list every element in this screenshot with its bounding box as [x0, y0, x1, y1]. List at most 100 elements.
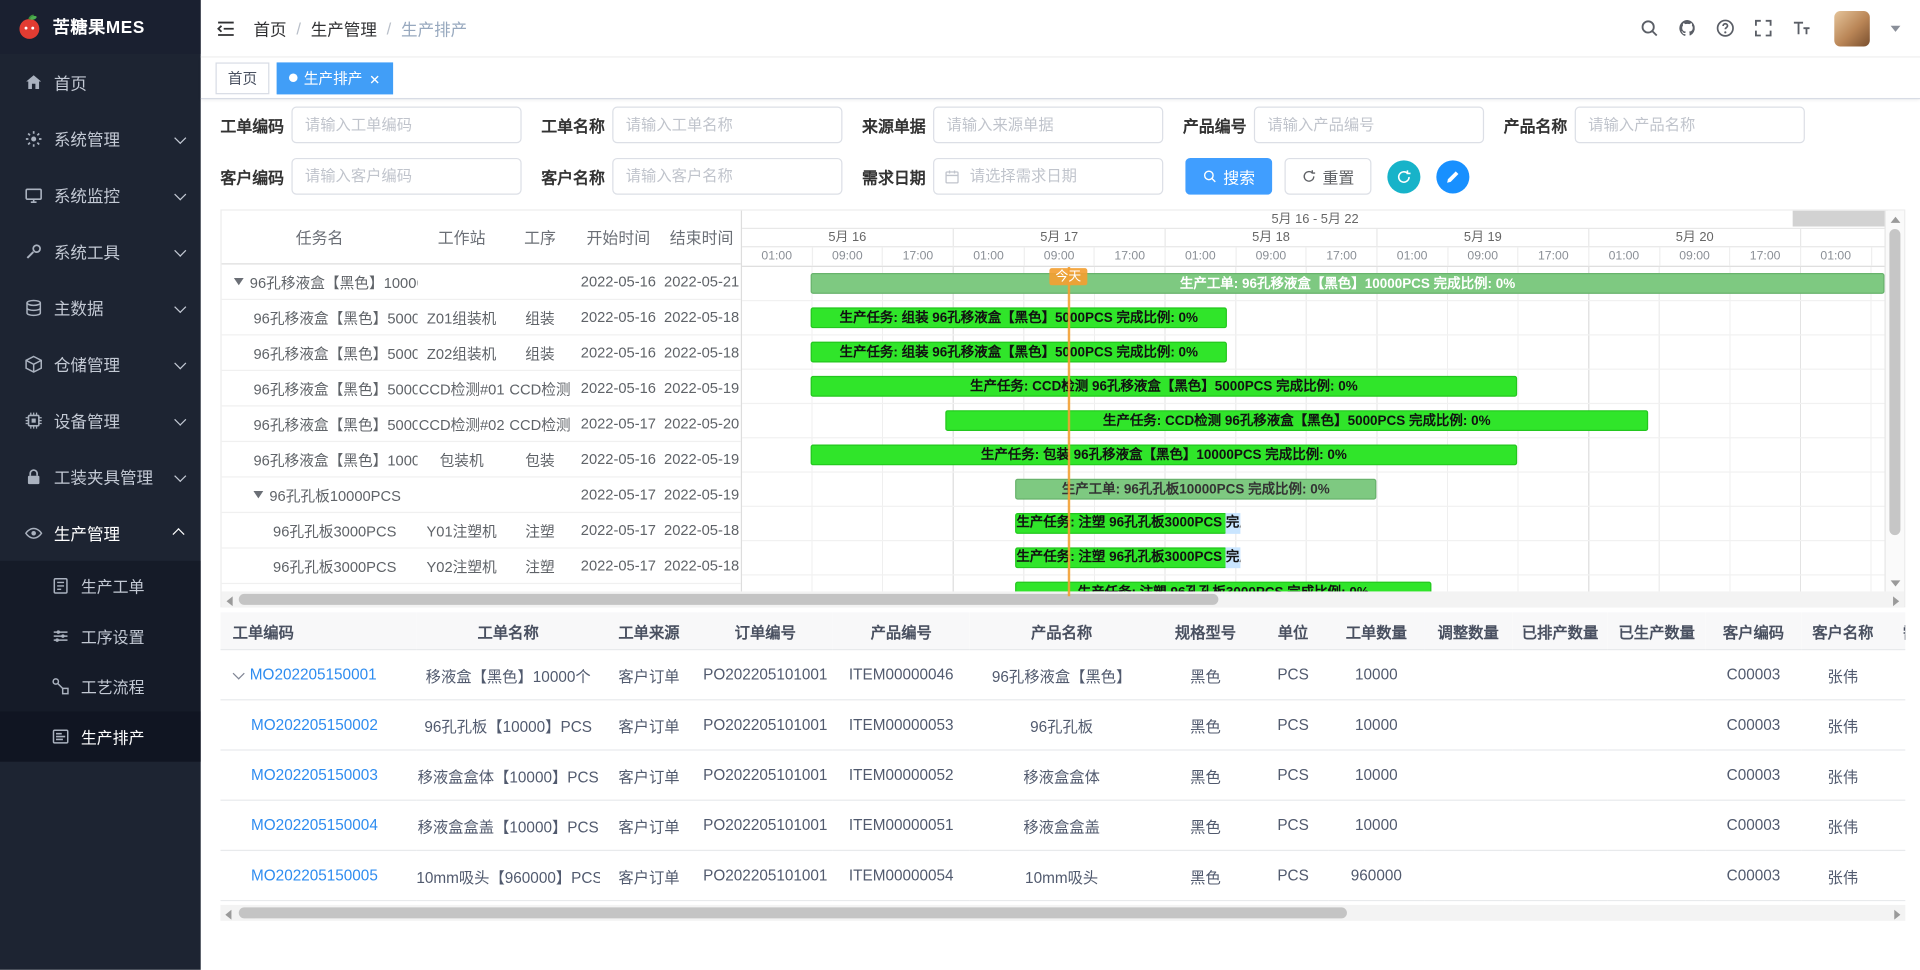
caret-down-icon[interactable]: [1891, 25, 1901, 31]
input-field[interactable]: [623, 167, 831, 187]
gantt-chart-row[interactable]: 生产任务: 注塑 96孔孔板3000PCS 完成比例: 0%: [742, 507, 1888, 541]
reset-button[interactable]: 重置: [1285, 158, 1372, 195]
sidebar-subitem-0[interactable]: 生产工单: [0, 561, 201, 611]
scroll-right-icon[interactable]: [1893, 596, 1899, 606]
date-input[interactable]: [933, 158, 1163, 195]
gantt-chart-row[interactable]: 生产任务: CCD检测 96孔移液盒【黑色】5000PCS 完成比例: 0%: [742, 370, 1888, 404]
sidebar-item-2[interactable]: 系统监控: [0, 167, 201, 223]
gantt-task-bar[interactable]: 生产任务: CCD检测 96孔移液盒【黑色】5000PCS 完成比例: 0%: [945, 410, 1648, 431]
breadcrumb-item[interactable]: 生产管理: [311, 16, 377, 40]
gantt-chart-row[interactable]: 生产工单: 96孔移液盒【黑色】10000PCS 完成比例: 0%: [742, 267, 1888, 301]
horizontal-scroll-thumb[interactable]: [239, 907, 1347, 918]
input-field[interactable]: [1586, 115, 1794, 135]
order-row[interactable]: MO202205150004移液盒盒盖【10000】PCS客户订单PO20220…: [220, 800, 1905, 850]
gantt-vertical-scrollbar[interactable]: [1884, 211, 1904, 593]
sidebar-subitem-1[interactable]: 工序设置: [0, 611, 201, 661]
avatar[interactable]: [1834, 10, 1870, 46]
horizontal-scroll-thumb[interactable]: [239, 594, 1219, 605]
app-logo[interactable]: 苦糖果MES: [0, 0, 201, 54]
input-field[interactable]: [302, 115, 510, 135]
input-field[interactable]: [302, 167, 510, 187]
gantt-task-row[interactable]: 96孔移液盒【黑色】5000PCSCCD检测#02CCD检测2022-05-17…: [222, 407, 741, 443]
order-cell: 张伟: [1801, 850, 1884, 900]
sidebar-item-6[interactable]: 设备管理: [0, 392, 201, 448]
gantt-task-bar[interactable]: 生产任务: CCD检测 96孔移液盒【黑色】5000PCS 完成比例: 0%: [811, 376, 1518, 397]
gantt-task-row[interactable]: 96孔孔板3000PCSY02注塑机注塑2022-05-172022-05-18: [222, 549, 741, 585]
sidebar-item-0[interactable]: 首页: [0, 54, 201, 110]
input-field[interactable]: [967, 167, 1152, 187]
gantt-parent-bar[interactable]: 生产工单: 96孔移液盒【黑色】10000PCS 完成比例: 0%: [811, 273, 1885, 294]
input-field[interactable]: [944, 115, 1152, 135]
tab-1[interactable]: 生产排产: [277, 62, 393, 94]
order-row[interactable]: MO202205150001移液盒【黑色】10000个客户订单PO2022051…: [220, 650, 1905, 700]
gantt-chart-row[interactable]: 生产任务: CCD检测 96孔移液盒【黑色】5000PCS 完成比例: 0%: [742, 404, 1888, 438]
text-input[interactable]: [1575, 107, 1805, 144]
collapse-triangle-icon[interactable]: [234, 278, 244, 285]
gantt-task-bar[interactable]: 生产任务: 组装 96孔移液盒【黑色】5000PCS 完成比例: 0%: [811, 307, 1227, 328]
text-input[interactable]: [612, 158, 842, 195]
sidebar-subitem-3[interactable]: 生产排产: [0, 711, 201, 761]
gantt-task-bar[interactable]: 生产任务: 注塑 96孔孔板3000PCS 完成比例: 0%: [1015, 513, 1227, 534]
sidebar-item-4[interactable]: 主数据: [0, 279, 201, 335]
input-field[interactable]: [623, 115, 831, 135]
text-input[interactable]: [612, 107, 842, 144]
gantt-task-row[interactable]: 96孔移液盒【黑色】5000PCSZ01组装机组装2022-05-162022-…: [222, 300, 741, 336]
input-field[interactable]: [1265, 115, 1473, 135]
text-input[interactable]: [291, 107, 521, 144]
search-button[interactable]: 搜索: [1185, 158, 1272, 195]
text-input[interactable]: [291, 158, 521, 195]
gantt-task-bar[interactable]: 生产任务: 注塑 96孔孔板3000PCS 完成比例: 0%: [1015, 547, 1227, 568]
sidebar-item-7[interactable]: 工装夹具管理: [0, 448, 201, 504]
text-input[interactable]: [1254, 107, 1484, 144]
help-icon[interactable]: [1716, 18, 1736, 38]
refresh-circle-button[interactable]: [1387, 160, 1420, 193]
order-row[interactable]: MO202205150003移液盒盒体【10000】PCS客户订单PO20220…: [220, 750, 1905, 800]
github-icon[interactable]: [1678, 18, 1698, 38]
fullscreen-icon[interactable]: [1753, 18, 1773, 38]
order-row[interactable]: MO20220515000510mm吸头【960000】PCS客户订单PO202…: [220, 850, 1905, 900]
sidebar-item-8[interactable]: 生产管理: [0, 504, 201, 560]
gantt-chart-row[interactable]: 生产工单: 96孔孔板10000PCS 完成比例: 0%: [742, 473, 1888, 507]
gantt-chart-row[interactable]: 生产任务: 包装 96孔移液盒【黑色】10000PCS 完成比例: 0%: [742, 438, 1888, 472]
collapse-triangle-icon[interactable]: [253, 491, 263, 498]
order-code-link[interactable]: MO202205150005: [251, 867, 378, 884]
text-input[interactable]: [933, 107, 1163, 144]
orders-horizontal-scrollbar[interactable]: [220, 905, 1905, 921]
gantt-task-row[interactable]: 96孔孔板10000PCS2022-05-172022-05-19: [222, 478, 741, 514]
scroll-left-icon[interactable]: [227, 596, 233, 606]
sidebar-fold-icon[interactable]: [216, 18, 237, 39]
gantt-task-row[interactable]: 96孔孔板3000PCSY01注塑机注塑2022-05-172022-05-18: [222, 513, 741, 549]
breadcrumb-item[interactable]: 首页: [253, 16, 286, 40]
gantt-task-row[interactable]: 96孔移液盒【黑色】10000PCS2022-05-162022-05-21: [222, 264, 741, 300]
font-size-icon[interactable]: [1791, 18, 1811, 38]
expand-caret-icon[interactable]: [233, 668, 245, 680]
gantt-task-bar[interactable]: 生产任务: 包装 96孔移液盒【黑色】10000PCS 完成比例: 0%: [811, 444, 1518, 465]
search-icon[interactable]: [1640, 18, 1660, 38]
gantt-horizontal-scrollbar[interactable]: [222, 591, 1904, 607]
gantt-task-row[interactable]: 96孔移液盒【黑色】10000PCS包装机包装2022-05-162022-05…: [222, 442, 741, 478]
gantt-chart-row[interactable]: 生产任务: 注塑 96孔孔板3000PCS 完成比例: 0%: [742, 541, 1888, 575]
scroll-down-icon[interactable]: [1891, 580, 1901, 586]
gantt-task-bar[interactable]: 生产任务: 组装 96孔移液盒【黑色】5000PCS 完成比例: 0%: [811, 342, 1227, 363]
sidebar-item-3[interactable]: 系统工具: [0, 223, 201, 279]
order-code-link[interactable]: MO202205150004: [251, 817, 378, 834]
scroll-up-icon[interactable]: [1891, 217, 1901, 223]
edit-circle-button[interactable]: [1436, 160, 1469, 193]
gantt-task-row[interactable]: 96孔移液盒【黑色】5000PCSZ02组装机组装2022-05-162022-…: [222, 336, 741, 372]
order-code-link[interactable]: MO202205150003: [251, 767, 378, 784]
order-code-link[interactable]: MO202205150001: [250, 666, 377, 683]
sidebar-item-1[interactable]: 系统管理: [0, 110, 201, 166]
tab-0[interactable]: 首页: [216, 62, 270, 94]
sidebar-item-5[interactable]: 仓储管理: [0, 336, 201, 392]
close-icon[interactable]: [369, 72, 381, 84]
sidebar-subitem-2[interactable]: 工艺流程: [0, 661, 201, 711]
filter-label: 客户名称: [541, 165, 612, 188]
scroll-right-icon[interactable]: [1894, 909, 1900, 919]
vertical-scroll-thumb[interactable]: [1889, 229, 1900, 535]
order-row[interactable]: MO20220515000296孔孔板【10000】PCS客户订单PO20220…: [220, 700, 1905, 750]
gantt-chart-row[interactable]: 生产任务: 组装 96孔移液盒【黑色】5000PCS 完成比例: 0%: [742, 336, 1888, 370]
gantt-task-row[interactable]: 96孔移液盒【黑色】5000PCSCCD检测#01CCD检测2022-05-16…: [222, 371, 741, 407]
gantt-chart-row[interactable]: 生产任务: 组装 96孔移液盒【黑色】5000PCS 完成比例: 0%: [742, 301, 1888, 335]
scroll-left-icon[interactable]: [225, 909, 231, 919]
order-code-link[interactable]: MO202205150002: [251, 716, 378, 733]
